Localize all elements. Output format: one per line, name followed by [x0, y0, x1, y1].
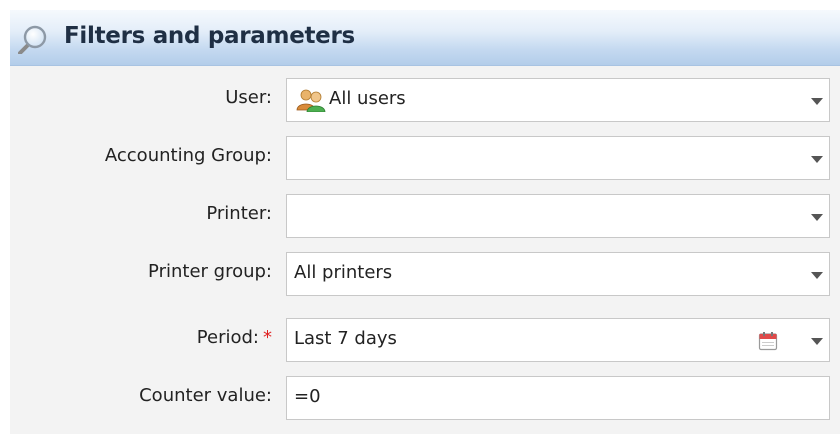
printer-label: Printer: — [206, 203, 272, 224]
chevron-down-icon[interactable] — [811, 272, 823, 279]
chevron-down-icon[interactable] — [811, 338, 823, 345]
period-dropdown[interactable]: Last 7 days — [286, 318, 830, 362]
chevron-down-icon[interactable] — [811, 156, 823, 163]
filters-panel: Filters and parameters User: All users A… — [10, 10, 840, 434]
user-label: User: — [225, 87, 272, 108]
accounting-group-label: Accounting Group: — [104, 145, 272, 166]
period-label: Period: * — [197, 327, 272, 348]
user-row: User: All users — [10, 78, 840, 122]
chevron-down-icon[interactable] — [811, 98, 823, 105]
printer-group-label: Printer group: — [148, 261, 272, 282]
accounting-group-row: Accounting Group: — [10, 136, 840, 180]
user-value: All users — [329, 88, 406, 109]
printer-group-dropdown[interactable]: All printers — [286, 252, 830, 296]
calendar-icon[interactable] — [758, 331, 778, 351]
period-row: Period: * Last 7 days — [10, 318, 840, 362]
user-dropdown[interactable]: All users — [286, 78, 830, 122]
required-marker: * — [263, 327, 272, 348]
counter-value-input[interactable]: =0 — [286, 376, 830, 420]
chevron-down-icon[interactable] — [811, 214, 823, 221]
printer-row: Printer: — [10, 194, 840, 238]
printer-dropdown[interactable] — [286, 194, 830, 238]
magnifier-icon — [18, 25, 47, 54]
period-label-text: Period: — [196, 327, 259, 348]
panel-title: Filters and parameters — [64, 23, 355, 49]
counter-value-row: Counter value: =0 — [10, 376, 840, 420]
counter-value-text: =0 — [294, 386, 321, 407]
printer-group-value: All printers — [294, 262, 393, 283]
printer-group-row: Printer group: All printers — [10, 252, 840, 296]
counter-value-label: Counter value: — [139, 385, 272, 406]
panel-header[interactable]: Filters and parameters — [10, 10, 840, 66]
accounting-group-dropdown[interactable] — [286, 136, 830, 180]
period-value: Last 7 days — [294, 328, 397, 349]
users-icon — [296, 89, 326, 112]
